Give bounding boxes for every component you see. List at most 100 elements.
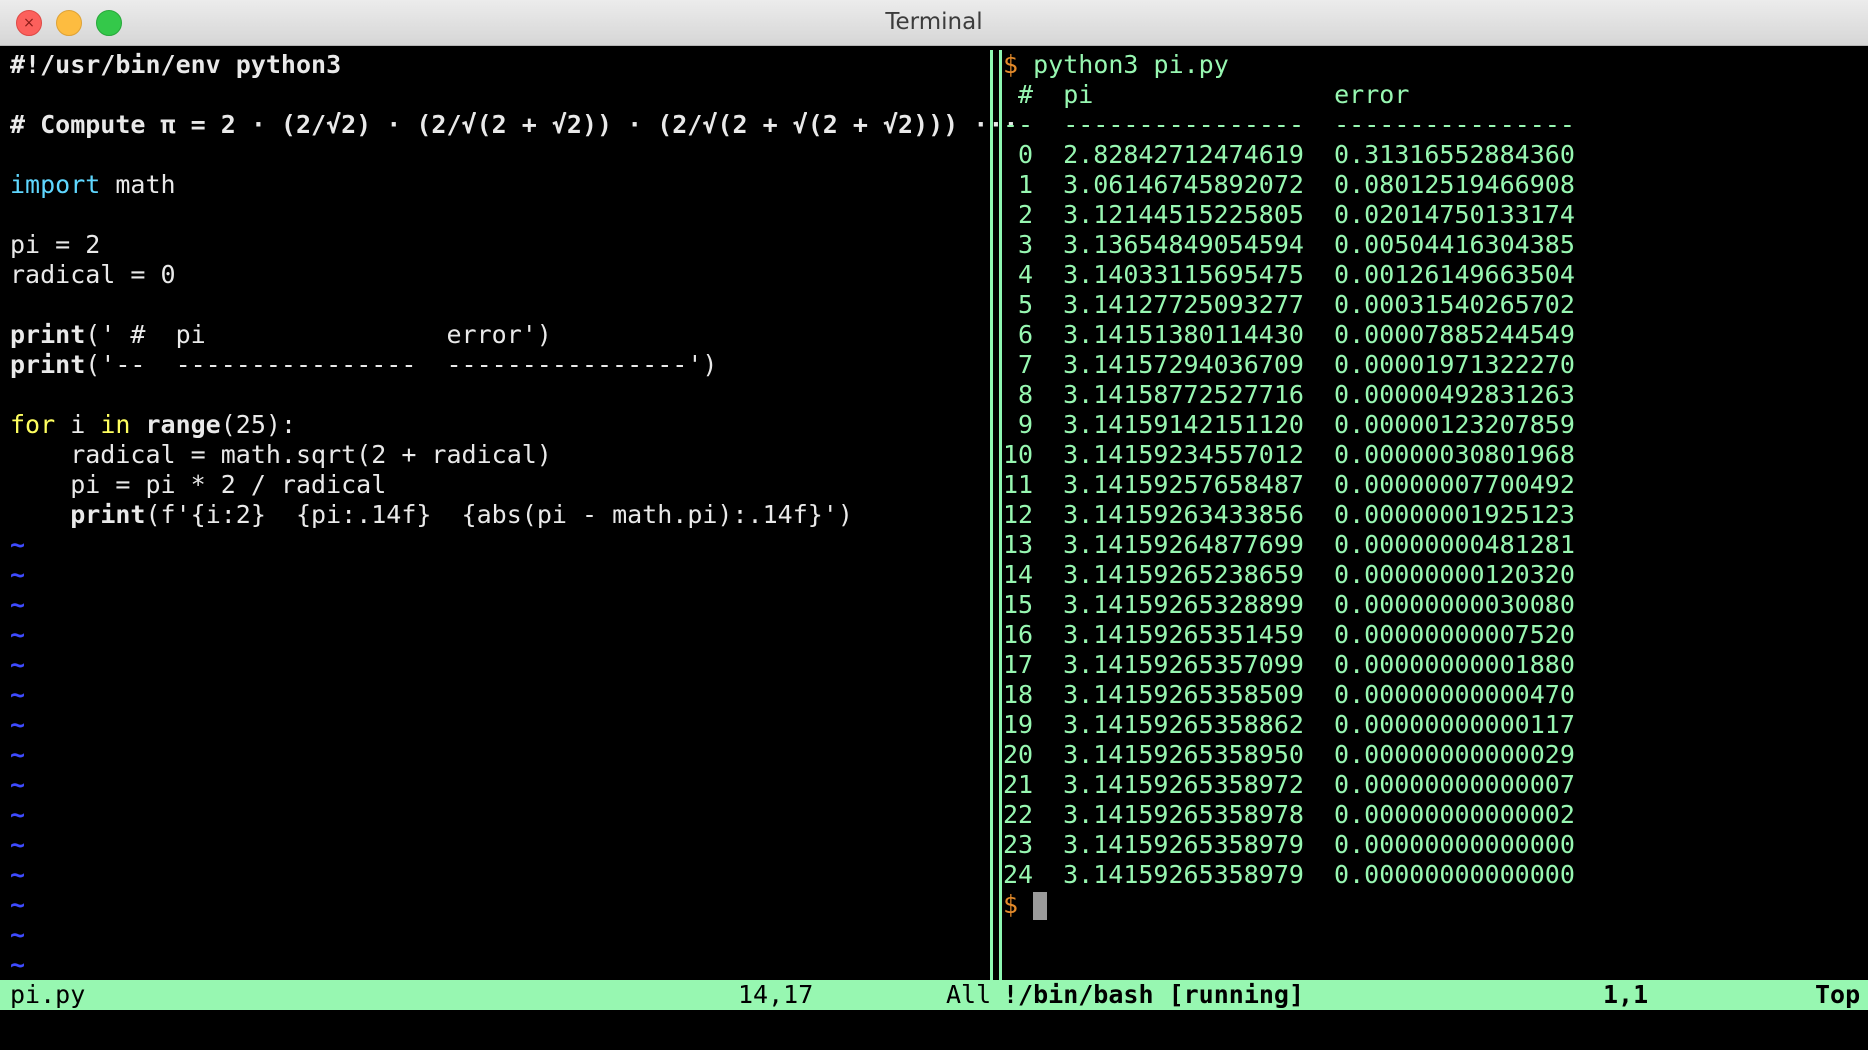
row-pi-value: 3.14159257658487: [1063, 470, 1304, 499]
output-row: 0 2.82842712474619 0.31316552884360: [1003, 140, 1863, 170]
code-line-import: import math: [10, 170, 990, 200]
row-pi-value: 3.14159265238659: [1063, 560, 1304, 589]
output-table: 0 2.82842712474619 0.31316552884360 1 3.0…: [1003, 140, 1863, 890]
empty-line-tilde: ~: [10, 770, 26, 799]
row-index: 16: [1003, 620, 1034, 649]
shell-pane[interactable]: $ python3 pi.py # pi error -- ----------…: [1003, 50, 1863, 980]
text-cursor: [1033, 892, 1048, 920]
code-line-print-header: print(' # pi error'): [10, 320, 990, 350]
window-title: Terminal: [885, 9, 983, 35]
row-pi-value: 3.14159265358979: [1063, 860, 1304, 889]
row-error-value: 0.00031540265702: [1334, 290, 1575, 319]
row-error-value: 0.00000000000000: [1334, 860, 1575, 889]
row-index: 15: [1003, 590, 1034, 619]
row-pi-value: 3.14159265358509: [1063, 680, 1304, 709]
row-error-value: 0.00000030801968: [1334, 440, 1575, 469]
shell-prompt: $: [1003, 50, 1019, 79]
output-row: 11 3.14159257658487 0.00000007700492: [1003, 470, 1863, 500]
row-error-value: 0.00504416304385: [1334, 230, 1575, 259]
output-row: 15 3.14159265328899 0.00000000030080: [1003, 590, 1863, 620]
status-right-cursor-position: 1,1: [1603, 980, 1649, 1009]
row-pi-value: 3.14159265357099: [1063, 650, 1304, 679]
row-index: 17: [1003, 650, 1034, 679]
row-pi-value: 3.14159265358862: [1063, 710, 1304, 739]
output-row: 6 3.14151380114430 0.00007885244549: [1003, 320, 1863, 350]
row-pi-value: 3.14033115695475: [1063, 260, 1304, 289]
empty-line-tilde: ~: [10, 860, 26, 889]
row-pi-value: 3.14157294036709: [1063, 350, 1304, 379]
output-row: 18 3.14159265358509 0.00000000000470: [1003, 680, 1863, 710]
output-row: 21 3.14159265358972 0.00000000000007: [1003, 770, 1863, 800]
row-error-value: 0.00000000001880: [1334, 650, 1575, 679]
shell-prompt: $: [1003, 890, 1019, 919]
row-index: 4: [1017, 260, 1033, 289]
row-pi-value: 2.82842712474619: [1063, 140, 1304, 169]
row-pi-value: 3.13654849054594: [1063, 230, 1304, 259]
terminal-content[interactable]: #!/usr/bin/env python3 # Compute π = 2 ·…: [0, 46, 1868, 1050]
row-pi-value: 3.14159265358978: [1063, 800, 1304, 829]
row-error-value: 0.00000000000000: [1334, 830, 1575, 859]
title-bar[interactable]: × Terminal: [0, 0, 1868, 46]
output-row: 3 3.13654849054594 0.00504416304385: [1003, 230, 1863, 260]
row-pi-value: 3.14159265328899: [1063, 590, 1304, 619]
row-index: 18: [1003, 680, 1034, 709]
code-line-radical-update: radical = math.sqrt(2 + radical): [10, 440, 552, 469]
empty-line-tilde: ~: [10, 710, 26, 739]
output-row: 16 3.14159265351459 0.00000000007520: [1003, 620, 1863, 650]
row-pi-value: 3.06146745892072: [1063, 170, 1304, 199]
shell-prompt-line[interactable]: $: [1003, 890, 1863, 920]
output-row: 5 3.14127725093277 0.00031540265702: [1003, 290, 1863, 320]
output-header: # pi error: [1003, 80, 1410, 109]
row-error-value: 0.31316552884360: [1334, 140, 1575, 169]
code-line-for: for i in range(25):: [10, 410, 990, 440]
row-error-value: 0.00000000481281: [1334, 530, 1575, 559]
status-bar: pi.py 14,17 All !/bin/bash [running] 1,1…: [0, 980, 1868, 1010]
row-error-value: 0.00000007700492: [1334, 470, 1575, 499]
empty-line-tilde: ~: [10, 530, 26, 559]
code-line-pi: pi = 2: [10, 230, 101, 259]
empty-line-tilde: ~: [10, 920, 26, 949]
row-error-value: 0.00000001925123: [1334, 500, 1575, 529]
editor-pane[interactable]: #!/usr/bin/env python3 # Compute π = 2 ·…: [10, 50, 1018, 980]
row-index: 23: [1003, 830, 1034, 859]
output-row: 7 3.14157294036709 0.00001971322270: [1003, 350, 1863, 380]
output-row: 14 3.14159265238659 0.00000000120320: [1003, 560, 1863, 590]
row-index: 10: [1003, 440, 1034, 469]
code-line-radical: radical = 0: [10, 260, 176, 289]
output-row: 1 3.06146745892072 0.08012519466908: [1003, 170, 1863, 200]
row-index: 8: [1017, 380, 1033, 409]
row-index: 1: [1017, 170, 1033, 199]
row-pi-value: 3.14127725093277: [1063, 290, 1304, 319]
row-error-value: 0.00000000007520: [1334, 620, 1575, 649]
row-error-value: 0.00007885244549: [1334, 320, 1575, 349]
row-error-value: 0.00000000000029: [1334, 740, 1575, 769]
status-left-scroll: All: [946, 980, 992, 1009]
empty-line-tilde: ~: [10, 650, 26, 679]
empty-line-tilde: ~: [10, 680, 26, 709]
row-index: 3: [1017, 230, 1033, 259]
for-keyword: for: [10, 410, 56, 439]
row-pi-value: 3.14151380114430: [1063, 320, 1304, 349]
row-error-value: 0.00126149663504: [1334, 260, 1575, 289]
row-index: 11: [1003, 470, 1034, 499]
empty-line-tilde: ~: [10, 830, 26, 859]
row-pi-value: 3.14159265358972: [1063, 770, 1304, 799]
status-left-cursor-position: 14,17: [738, 980, 814, 1009]
row-pi-value: 3.14158772527716: [1063, 380, 1304, 409]
row-index: 13: [1003, 530, 1034, 559]
row-error-value: 0.00000000030080: [1334, 590, 1575, 619]
output-row: 4 3.14033115695475 0.00126149663504: [1003, 260, 1863, 290]
row-index: 0: [1017, 140, 1033, 169]
vertical-split-divider[interactable]: [990, 50, 1002, 980]
row-error-value: 0.00000000000117: [1334, 710, 1575, 739]
output-row: 22 3.14159265358978 0.00000000000002: [1003, 800, 1863, 830]
code-line-shebang: #!/usr/bin/env python3: [10, 50, 342, 79]
output-row: 9 3.14159142151120 0.00000123207859: [1003, 410, 1863, 440]
print-args: ('-- ---------------- ----------------'): [85, 350, 718, 379]
output-rule: -- ---------------- ----------------: [1003, 110, 1575, 139]
output-row: 20 3.14159265358950 0.00000000000029: [1003, 740, 1863, 770]
